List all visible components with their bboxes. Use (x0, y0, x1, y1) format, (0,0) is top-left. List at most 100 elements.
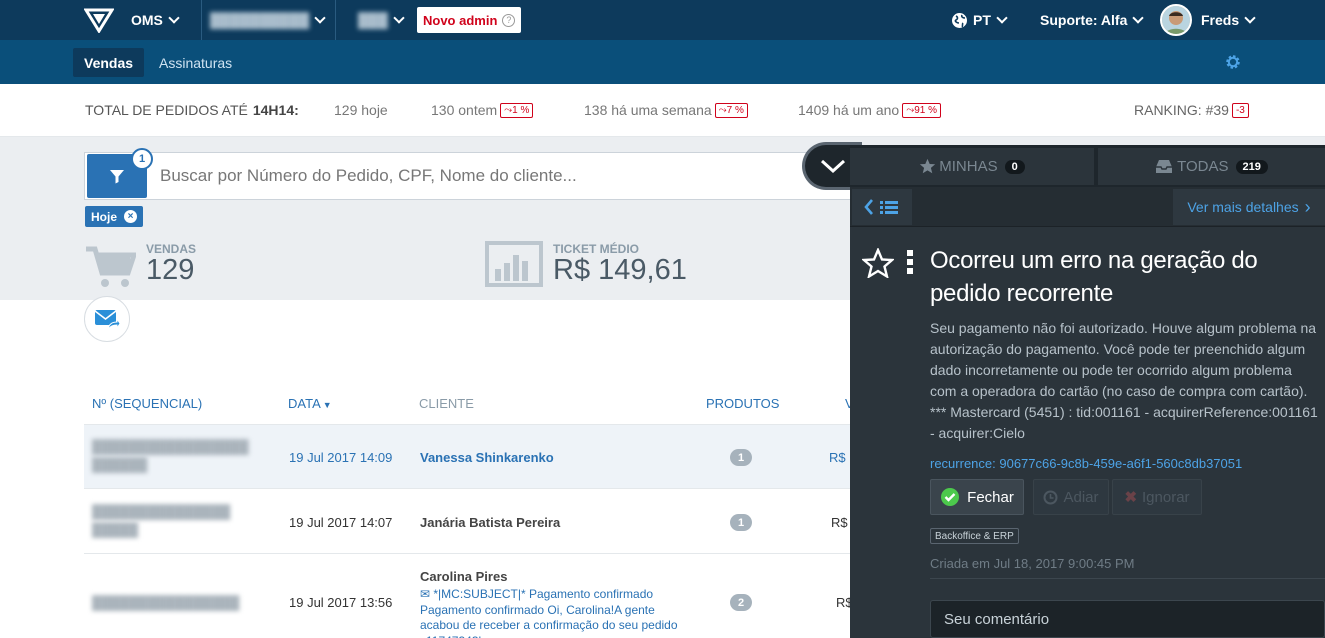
avatar[interactable] (1160, 4, 1192, 36)
stats-year: 1409 há um ano ⤳91 % (798, 102, 941, 118)
env-label: ███ (358, 12, 388, 28)
stats-week-value: 138 há uma semana (584, 102, 712, 118)
category-tag: Backoffice & ERP (930, 528, 1019, 544)
stats-week: 138 há uma semana ⤳7 % (584, 102, 748, 118)
filter-tag-label: Hoje (91, 209, 118, 224)
logo-icon[interactable] (83, 7, 115, 34)
order-number: █████████████████ (92, 439, 249, 454)
fechar-button[interactable]: Fechar (930, 479, 1024, 515)
client-message-text: *|MC:SUBJECT|* Pagamento confirmado Paga… (420, 587, 678, 638)
more-options-icon[interactable] (905, 248, 915, 276)
tab-todas[interactable]: TODAS 219 (1098, 148, 1325, 185)
chevron-down-icon (1132, 12, 1145, 24)
divider (930, 578, 1325, 579)
novo-admin-label: Novo admin (423, 12, 498, 28)
ver-mais-label: Ver mais detalhes (1187, 199, 1299, 215)
client-message[interactable]: ✉ *|MC:SUBJECT|* Pagamento confirmado Pa… (420, 587, 695, 638)
nav-divider (188, 0, 202, 40)
stats-yesterday-badge: ⤳1 % (500, 102, 534, 118)
search-input[interactable] (160, 160, 800, 192)
chevron-down-icon (168, 12, 180, 24)
order-number-2: ██████ (92, 457, 148, 472)
ranking-value: RANKING: #39 (1134, 102, 1229, 118)
tab-todas-count: 219 (1235, 159, 1268, 174)
chevron-down-icon (393, 12, 405, 24)
chevron-down-icon (820, 159, 846, 174)
stats-time: 14H14: (252, 102, 299, 118)
order-number: ████████████████ (92, 595, 240, 610)
language-menu[interactable]: PT (951, 0, 1008, 40)
nav-divider (322, 0, 336, 40)
filter-tag-hoje[interactable]: Hoje × (85, 206, 144, 227)
client-name[interactable]: Vanessa Shinkarenko (420, 450, 554, 465)
stats-yesterday-pct: 1 % (512, 104, 530, 116)
stats-total: TOTAL DE PEDIDOS ATÉ 14H14: (85, 102, 299, 118)
store-menu[interactable]: ██████████ (210, 0, 326, 40)
stats-year-pct: 91 % (914, 104, 937, 116)
adiar-label: Adiar (1063, 488, 1099, 506)
client-name[interactable]: Janária Batista Pereira (420, 515, 560, 530)
created-at: Criada em Jul 18, 2017 9:00:45 PM (930, 556, 1135, 571)
stats-ranking: RANKING: #39 -3 (1134, 102, 1249, 118)
check-circle-icon (941, 488, 960, 506)
novo-admin-button[interactable]: Novo admin? (417, 7, 522, 33)
email-forward-icon (94, 310, 120, 331)
language-label: PT (973, 12, 991, 28)
tab-minhas-label: MINHAS (939, 158, 998, 175)
column-header-date[interactable]: DATA ▼ (288, 396, 332, 411)
envelope-icon: ✉ (420, 587, 434, 601)
tab-todas-label: TODAS (1177, 158, 1229, 175)
stats-week-badge: ⤳7 % (714, 102, 748, 118)
order-value: R$ (831, 515, 848, 530)
help-icon[interactable]: ? (502, 13, 516, 27)
order-number: ███████████████ (92, 504, 231, 519)
back-to-list-button[interactable] (852, 189, 912, 225)
stats-label: TOTAL DE PEDIDOS ATÉ (85, 102, 248, 118)
env-menu[interactable]: ███ (358, 0, 405, 40)
stats-year-value: 1409 há um ano (798, 102, 900, 118)
chevron-right-icon: › (1304, 196, 1311, 217)
cart-icon (84, 245, 138, 289)
products-count: 2 (730, 594, 752, 611)
tab-minhas[interactable]: MINHAS 0 (850, 148, 1094, 185)
chevron-down-icon (1244, 12, 1256, 24)
stats-yesterday: 130 ontem ⤳1 % (431, 102, 534, 118)
back-list-icon (864, 199, 898, 215)
column-header-client: CLIENTE (419, 396, 474, 411)
close-icon: ✖ (1124, 489, 1138, 506)
star-icon (920, 158, 936, 174)
app-menu[interactable]: OMS (131, 0, 180, 40)
user-name: Freds (1201, 12, 1240, 28)
filter-icon (110, 170, 124, 184)
email-button[interactable] (84, 296, 130, 342)
client-name[interactable]: Carolina Pires (420, 569, 507, 584)
ignorar-button: ✖ Ignorar (1112, 479, 1202, 515)
support-label: Suporte: Alfa (1040, 12, 1128, 28)
fechar-label: Fechar (967, 488, 1014, 506)
comment-input[interactable]: Seu comentário (930, 600, 1325, 638)
notification-body: Seu pagamento não foi autorizado. Houve … (930, 320, 1318, 441)
close-icon[interactable]: × (124, 210, 138, 223)
ticket-value: R$ 149,61 (553, 254, 687, 286)
order-date: 19 Jul 2017 13:56 (289, 595, 393, 610)
support-menu[interactable]: Suporte: Alfa (1040, 0, 1145, 40)
clock-icon (1043, 490, 1058, 504)
star-outline-icon[interactable] (860, 246, 896, 280)
tab-assinaturas[interactable]: Assinaturas (159, 48, 232, 77)
stats-week-pct: 7 % (726, 104, 744, 116)
user-menu[interactable]: Freds (1201, 0, 1256, 40)
adiar-button: Adiar (1033, 479, 1109, 515)
stats-yesterday-value: 130 ontem (431, 102, 498, 118)
tab-vendas[interactable]: Vendas (73, 48, 145, 77)
tab-minhas-count: 0 (1004, 159, 1025, 174)
ver-mais-detalhes-link[interactable]: Ver mais detalhes › (1173, 189, 1325, 225)
ranking-delta: -3 (1231, 102, 1249, 118)
column-header-number[interactable]: Nº (SEQUENCIAL) (92, 396, 202, 411)
column-header-products[interactable]: PRODUTOS (706, 396, 779, 411)
products-count: 1 (730, 449, 752, 466)
order-date: 19 Jul 2017 14:07 (289, 515, 393, 530)
order-date: 19 Jul 2017 14:09 (289, 450, 393, 465)
globe-icon (952, 12, 967, 28)
stats-year-badge: ⤳91 % (902, 102, 941, 118)
gear-icon[interactable] (1225, 54, 1241, 70)
